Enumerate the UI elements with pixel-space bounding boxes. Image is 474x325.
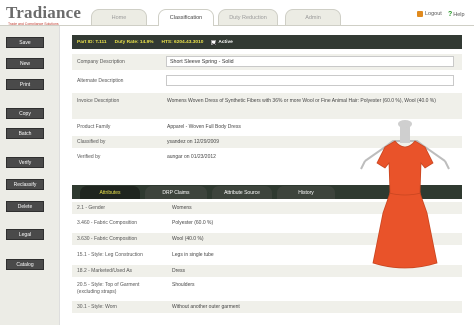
batch-button[interactable]: Batch <box>6 128 44 139</box>
invoice-description-label: Invoice Description <box>77 98 120 104</box>
verified-by-label: Verified by <box>77 154 101 160</box>
attribute-name: 3.630 - Fabric Composition <box>77 236 138 242</box>
alternate-description-row: Alternate Description <box>72 73 462 89</box>
tab-admin-label: Admin <box>305 14 321 21</box>
verify-button[interactable]: Verify <box>6 157 44 168</box>
attribute-name: 20.5 - Style: Top of Garment (excluding … <box>77 282 140 295</box>
tab-attribute-source[interactable]: Attribute Source <box>212 186 272 199</box>
alternate-description-label: Alternate Description <box>77 78 124 84</box>
active-checkbox[interactable] <box>211 39 217 45</box>
attribute-name: 2.1 - Gender <box>77 205 106 211</box>
attribute-value: Legs in single tube <box>172 252 214 258</box>
attribute-row: 30.1 - Style: Worn Without another outer… <box>72 301 462 313</box>
new-button[interactable]: New <box>6 58 44 69</box>
help-label: Help <box>453 11 465 18</box>
logout-label: Logout <box>425 11 442 17</box>
dress-shape <box>372 140 438 269</box>
tradiance-logo[interactable]: Tradiance <box>6 3 81 23</box>
tab-duty-reduction-label: Duty Reduction <box>229 14 267 21</box>
tab-classification[interactable]: Classification <box>158 9 214 26</box>
alternate-description-input[interactable] <box>166 75 454 86</box>
attribute-value: Dress <box>172 268 186 274</box>
dress-illustration <box>360 120 450 269</box>
company-description-input[interactable]: Short Sleeve Spring - Solid <box>166 56 454 67</box>
attribute-value: Womens <box>172 205 192 211</box>
logout-link[interactable]: Logout <box>417 11 442 17</box>
legal-button[interactable]: Legal <box>6 229 44 240</box>
attribute-value: Polyester (60.0 %) <box>172 220 214 226</box>
attribute-name: 3.460 - Fabric Composition <box>77 220 138 226</box>
tab-home[interactable]: Home <box>91 9 147 25</box>
help-icon: ? <box>448 11 453 18</box>
app-window: Tradiance Trade and Compliance Solutions… <box>0 0 474 325</box>
invoice-description-value: Womens Woven Dress of Synthetic Fibers w… <box>167 98 436 104</box>
save-button[interactable]: Save <box>6 37 44 48</box>
active-toggle[interactable]: Active <box>211 39 233 45</box>
part-id: Part ID: T.111 <box>77 39 107 45</box>
verified-by-value: aungar on 01/23/2012 <box>167 154 216 160</box>
attribute-name: 15.1 - Style: Leg Construction <box>77 252 143 258</box>
company-description-row: Company Description Short Sleeve Spring … <box>72 54 462 70</box>
attribute-name: 18.2 - Marketed/Used As <box>77 268 133 274</box>
classified-by-label: Classified by <box>77 139 106 145</box>
sidebar: Save New Print Copy Batch Verify Reclass… <box>0 26 60 325</box>
tab-home-label: Home <box>111 14 127 21</box>
copy-button[interactable]: Copy <box>6 108 44 119</box>
duty-rate: Duty Rate: 14.9% <box>114 39 154 45</box>
company-description-label: Company Description <box>77 59 125 65</box>
print-button[interactable]: Print <box>6 79 44 90</box>
main-panel: Part ID: T.111 Duty Rate: 14.9% HTS: 620… <box>72 35 462 325</box>
tab-classification-label: Classification <box>169 15 203 21</box>
attribute-value: Without another outer garment <box>172 304 240 310</box>
attribute-value: Wool (40.0 %) <box>172 236 204 242</box>
header-divider <box>0 25 474 26</box>
attribute-name: 30.1 - Style: Worn <box>77 304 117 310</box>
attribute-value: Shoulders <box>172 282 195 288</box>
help-link[interactable]: ? Help <box>448 11 465 18</box>
tab-attributes[interactable]: Attributes <box>80 186 140 199</box>
hts-code: HTS: 6204.43.3010 <box>161 39 204 45</box>
classified-by-value: ysandez on 12/29/2009 <box>167 139 219 145</box>
tab-history[interactable]: History <box>277 186 335 199</box>
delete-button[interactable]: Delete <box>6 201 44 212</box>
reclassify-button[interactable]: Reclassify <box>6 179 44 190</box>
product-family-label: Product Family <box>77 124 111 130</box>
tab-drp-claims[interactable]: DRP Claims <box>145 186 207 199</box>
product-family-value: Apparel - Woven Full Body Dress <box>167 124 241 130</box>
active-label: Active <box>218 39 233 45</box>
part-info-bar: Part ID: T.111 Duty Rate: 14.9% HTS: 620… <box>72 35 462 49</box>
tab-duty-reduction[interactable]: Duty Reduction <box>218 9 278 25</box>
logout-icon <box>417 11 423 17</box>
tab-admin[interactable]: Admin <box>285 9 341 25</box>
catalog-button[interactable]: Catalog <box>6 259 44 270</box>
